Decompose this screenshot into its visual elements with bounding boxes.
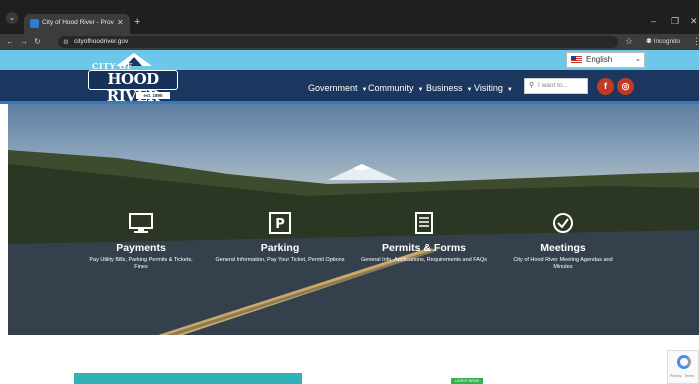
latest-news-badge: LATEST NEWS bbox=[451, 378, 483, 384]
recaptcha-logo-icon bbox=[677, 355, 691, 369]
feature-desc: City of Hood River Meeting Agendas and M… bbox=[513, 257, 613, 270]
reload-icon[interactable]: ↻ bbox=[34, 37, 41, 46]
tab-search-icon[interactable]: ⌄ bbox=[6, 12, 18, 24]
feature-meetings[interactable]: Meetings City of Hood River Meeting Agen… bbox=[488, 212, 638, 271]
permits-form-icon bbox=[415, 212, 433, 234]
feature-title: Payments bbox=[116, 242, 166, 254]
teal-content-box[interactable] bbox=[74, 373, 302, 384]
caret-down-icon: ▼ bbox=[466, 87, 473, 93]
language-value: English bbox=[586, 55, 613, 64]
recaptcha-badge[interactable]: Privacy - Terms bbox=[667, 350, 699, 384]
url-text: cityofhoodriver.gov bbox=[74, 38, 129, 45]
feature-desc: General Information, Pay Your Ticket, Pe… bbox=[215, 257, 345, 263]
us-flag-icon bbox=[571, 56, 582, 63]
site-search-input[interactable]: ⚲ I want to... bbox=[524, 78, 588, 94]
language-select[interactable]: English ⌄ bbox=[566, 52, 645, 68]
feature-permits[interactable]: Permits & Forms General Info, Applicatio… bbox=[349, 212, 499, 264]
caret-down-icon: ▼ bbox=[417, 87, 424, 93]
close-tab-icon[interactable]: ✕ bbox=[117, 18, 124, 27]
browser-toolbar: ← → ↻ ⚙ cityofhoodriver.gov ☆ ⚉ Incognit… bbox=[0, 34, 699, 50]
site-favicon-icon bbox=[30, 19, 39, 28]
bookmark-star-icon[interactable]: ☆ bbox=[625, 36, 633, 47]
instagram-icon[interactable]: ◎ bbox=[617, 78, 634, 95]
feature-desc: Pay Utility Bills, Parking Permits & Tic… bbox=[89, 257, 193, 270]
nav-visiting[interactable]: Visiting ▼ bbox=[474, 83, 513, 93]
parking-icon: P bbox=[269, 212, 291, 234]
browser-tab[interactable]: City of Hood River - Providing ✕ bbox=[24, 14, 130, 34]
browser-tab-bar: ⌄ City of Hood River - Providing ✕ + – ❐… bbox=[0, 0, 699, 34]
incognito-icon: ⚉ bbox=[646, 38, 654, 45]
nav-label: Visiting bbox=[474, 83, 503, 93]
tab-title: City of Hood River - Providing bbox=[42, 19, 114, 26]
caret-down-icon: ▼ bbox=[361, 87, 368, 93]
nav-label: Community bbox=[368, 83, 414, 93]
site-info-icon[interactable]: ⚙ bbox=[63, 38, 69, 46]
nav-community[interactable]: Community ▼ bbox=[368, 83, 423, 93]
new-tab-icon[interactable]: + bbox=[134, 16, 140, 28]
feature-desc: General Info, Applications, Requirements… bbox=[361, 257, 487, 263]
meetings-check-icon bbox=[553, 213, 573, 233]
address-bar[interactable]: ⚙ cityofhoodriver.gov bbox=[58, 36, 618, 48]
feature-payments[interactable]: Payments Pay Utility Bills, Parking Perm… bbox=[66, 212, 216, 271]
close-window-icon[interactable]: ✕ bbox=[690, 16, 698, 27]
feature-title: Permits & Forms bbox=[381, 242, 467, 254]
payments-monitor-icon bbox=[129, 213, 153, 233]
menu-kebab-icon[interactable]: ⋮ bbox=[692, 36, 699, 47]
nav-government[interactable]: Government ▼ bbox=[308, 83, 367, 93]
feature-title: Meetings bbox=[540, 242, 586, 254]
minimize-icon[interactable]: – bbox=[651, 16, 656, 26]
search-icon: ⚲ bbox=[529, 82, 535, 89]
caret-down-icon: ▼ bbox=[506, 87, 513, 93]
incognito-indicator[interactable]: ⚉ Incognito bbox=[646, 37, 680, 45]
search-placeholder: I want to... bbox=[538, 82, 568, 89]
feature-title: Parking bbox=[260, 242, 300, 254]
feature-parking[interactable]: P Parking General Information, Pay Your … bbox=[205, 212, 355, 264]
facebook-icon[interactable]: f bbox=[597, 78, 614, 95]
back-icon[interactable]: ← bbox=[6, 37, 14, 46]
nav-label: Government bbox=[308, 83, 358, 93]
svg-text:P: P bbox=[275, 217, 285, 232]
forward-icon[interactable]: → bbox=[20, 37, 28, 46]
logo-name-text: HOOD RIVER bbox=[88, 70, 178, 105]
recaptcha-text: Privacy - Terms bbox=[670, 374, 695, 378]
nav-label: Business bbox=[426, 83, 463, 93]
nav-business[interactable]: Business ▼ bbox=[426, 83, 472, 93]
city-logo[interactable]: CITY OF HOOD RIVER est. 1895 bbox=[86, 52, 180, 105]
logo-est-text: est. 1895 bbox=[136, 92, 170, 99]
restore-icon[interactable]: ❐ bbox=[671, 16, 679, 27]
incognito-label: Incognito bbox=[653, 38, 681, 45]
chevron-down-icon: ⌄ bbox=[635, 56, 641, 63]
